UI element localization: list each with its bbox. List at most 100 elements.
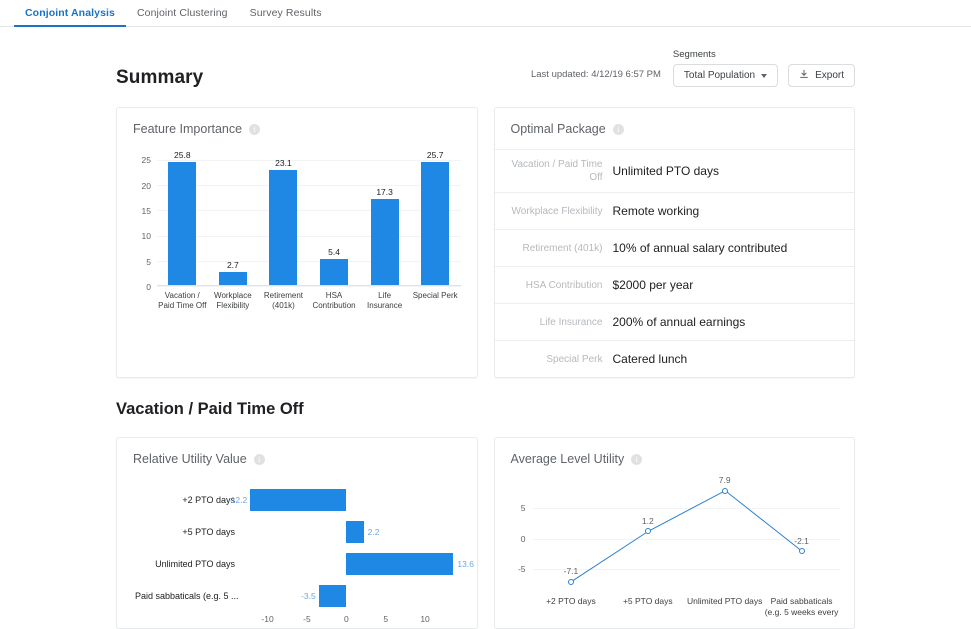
- bar-column[interactable]: 17.3: [359, 150, 410, 286]
- summary-header: Summary Last updated: 4/12/19 6:57 PM Se…: [116, 49, 855, 89]
- y-axis-tick-label: 0: [520, 533, 526, 544]
- table-row: HSA Contribution $2000 per year: [494, 266, 854, 303]
- bar-value-label: 23.1: [275, 157, 292, 168]
- hbar[interactable]: [346, 553, 454, 575]
- bar-column[interactable]: 2.7: [208, 150, 259, 286]
- export-button-label: Export: [815, 70, 844, 81]
- x-axis-tick-label: Unlimited PTO days: [686, 596, 763, 606]
- tab-survey-results[interactable]: Survey Results: [239, 7, 333, 26]
- tab-conjoint-clustering[interactable]: Conjoint Clustering: [126, 7, 239, 26]
- table-row: Life Insurance 200% of annual earnings: [494, 303, 854, 340]
- x-axis-tick-label: -10: [261, 614, 274, 624]
- line-data-point[interactable]: [567, 578, 574, 585]
- hbar-track: -3.5: [240, 580, 461, 612]
- relative-utility-title-row: Relative Utility Value i: [117, 438, 477, 466]
- hbar[interactable]: [250, 489, 347, 511]
- hbar-row[interactable]: +2 PTO days -12.2: [135, 484, 461, 516]
- hbar-x-axis-labels: -10 -5 0 5 10: [240, 612, 461, 628]
- bar[interactable]: [320, 258, 349, 286]
- hbar-row[interactable]: +5 PTO days 2.2: [135, 516, 461, 548]
- feature-importance-title-row: Feature Importance i: [117, 108, 477, 136]
- info-icon[interactable]: i: [631, 453, 643, 465]
- attribute-value: Catered lunch: [612, 352, 688, 366]
- hbar[interactable]: [346, 521, 364, 543]
- bar[interactable]: [218, 272, 247, 286]
- line-x-axis-labels: +2 PTO days +5 PTO days Unlimited PTO days…: [533, 596, 841, 618]
- y-axis-tick-label: -5: [517, 563, 526, 574]
- attribute-value: 200% of annual earnings: [612, 315, 746, 329]
- table-row: Vacation / Paid Time Off Unlimited PTO da…: [494, 149, 854, 192]
- hbar-category-label: +5 PTO days: [182, 527, 235, 537]
- attribute-value: Remote working: [612, 204, 700, 218]
- attribute-label: Retirement (401k): [522, 242, 603, 254]
- average-level-utility-chart: -5 0 5 -7.1 1.2 7.9 -2.1 +2 PTO days +5 PTO day…: [495, 466, 855, 618]
- attribute-detail-row: Relative Utility Value i +2 PTO days -12.…: [116, 437, 855, 629]
- x-axis-tick-label: 0: [343, 614, 349, 624]
- line-data-point[interactable]: [798, 548, 805, 555]
- bar[interactable]: [269, 169, 298, 286]
- bar[interactable]: [370, 198, 399, 286]
- hbar-row[interactable]: Unlimited PTO days 13.6: [135, 548, 474, 580]
- x-axis-tick-label: 10: [420, 614, 430, 624]
- bar-column[interactable]: 25.7: [410, 150, 461, 286]
- card-title-text: Feature Importance: [133, 122, 243, 136]
- attribute-label: HSA Contribution: [525, 279, 603, 291]
- table-row: Retirement (401k) 10% of annual salary co…: [494, 229, 854, 266]
- section-title: Vacation / Paid Time Off: [116, 400, 304, 418]
- info-icon[interactable]: i: [253, 453, 265, 465]
- attribute-label: Workplace Flexibility: [511, 205, 603, 217]
- export-button[interactable]: Export: [788, 64, 855, 87]
- optimal-package-card: Optimal Package i Vacation / Paid Time O…: [493, 107, 855, 378]
- y-axis-tick-label: 10: [141, 231, 151, 242]
- bar-plot-area: 0 5 10 15 20 25 25.8 2.7 23.1 5.4 17.3 25.7: [142, 150, 461, 292]
- bar[interactable]: [168, 162, 197, 286]
- x-axis-tick-label: -5: [303, 614, 311, 624]
- bar-value-label: 5.4: [328, 246, 340, 257]
- page-content: Summary Last updated: 4/12/19 6:57 PM Se…: [0, 49, 971, 629]
- x-axis-tick-label: +2 PTO days: [546, 596, 596, 606]
- hbar-value-label: -3.5: [301, 591, 316, 601]
- tab-conjoint-analysis[interactable]: Conjoint Analysis: [14, 7, 126, 27]
- hbar-category-label: +2 PTO days: [182, 495, 235, 505]
- hbar-row[interactable]: Paid sabbaticals (e.g. 5 ... -3.5: [135, 580, 461, 612]
- x-axis-tick-label: 5: [383, 614, 389, 624]
- line-value-label: 7.9: [718, 475, 731, 486]
- hbar-series: +2 PTO days -12.2 +5 PTO days 2.2 Unlimited …: [135, 484, 474, 612]
- y-axis-tick-label: 25: [141, 155, 151, 166]
- line-plot-area: -5 0 5 -7.1 1.2 7.9 -2.1: [518, 475, 840, 590]
- info-icon[interactable]: i: [612, 123, 624, 135]
- hbar-category-label: Unlimited PTO days: [155, 559, 235, 569]
- bar-value-label: 25.7: [426, 150, 444, 160]
- relative-utility-chart: +2 PTO days -12.2 +5 PTO days 2.2 Unlimited …: [117, 466, 477, 628]
- x-axis-tick-label: Life Insurance: [367, 291, 403, 310]
- segments-dropdown-value: Total Population: [683, 70, 756, 81]
- bar-x-axis: [157, 285, 461, 286]
- line-data-point[interactable]: [644, 528, 651, 535]
- header-button-row: Total Population Export: [672, 64, 855, 87]
- hbar[interactable]: [318, 585, 347, 607]
- line-value-label: -7.1: [563, 566, 579, 577]
- relative-utility-card: Relative Utility Value i +2 PTO days -12.…: [116, 437, 478, 629]
- bar-column[interactable]: 25.8: [157, 150, 208, 286]
- info-icon[interactable]: i: [249, 123, 261, 135]
- y-axis-tick-label: 20: [141, 180, 151, 191]
- bar-column[interactable]: 5.4: [309, 150, 360, 286]
- hbar-value-label: 13.6: [457, 559, 474, 569]
- bar-column[interactable]: 23.1: [258, 150, 309, 286]
- hbar-track: 2.2: [240, 516, 461, 548]
- optimal-package-title-row: Optimal Package i: [495, 108, 855, 136]
- segments-label: Segments: [672, 49, 716, 60]
- main-navigation-tabs: Conjoint Analysis Conjoint Clustering Su…: [0, 0, 971, 27]
- x-axis-tick-label: +5 PTO days: [622, 596, 673, 606]
- table-row: Special Perk Catered lunch: [494, 340, 854, 377]
- segments-dropdown[interactable]: Total Population: [672, 64, 779, 87]
- y-axis-tick-label: 0: [146, 282, 151, 292]
- line-data-point[interactable]: [721, 487, 728, 494]
- header-controls: Last updated: 4/12/19 6:57 PM Segments T…: [531, 49, 855, 89]
- optimal-package-table: Vacation / Paid Time Off Unlimited PTO da…: [494, 149, 854, 377]
- x-axis-tick-label: Vacation / Paid Time Off: [158, 291, 207, 310]
- bar[interactable]: [421, 162, 450, 286]
- bar-series: 25.8 2.7 23.1 5.4 17.3 25.7: [157, 150, 461, 286]
- attribute-value: Unlimited PTO days: [612, 164, 719, 178]
- feature-importance-chart: 0 5 10 15 20 25 25.8 2.7 23.1 5.4 17.3 25.7 Vacati…: [117, 136, 477, 332]
